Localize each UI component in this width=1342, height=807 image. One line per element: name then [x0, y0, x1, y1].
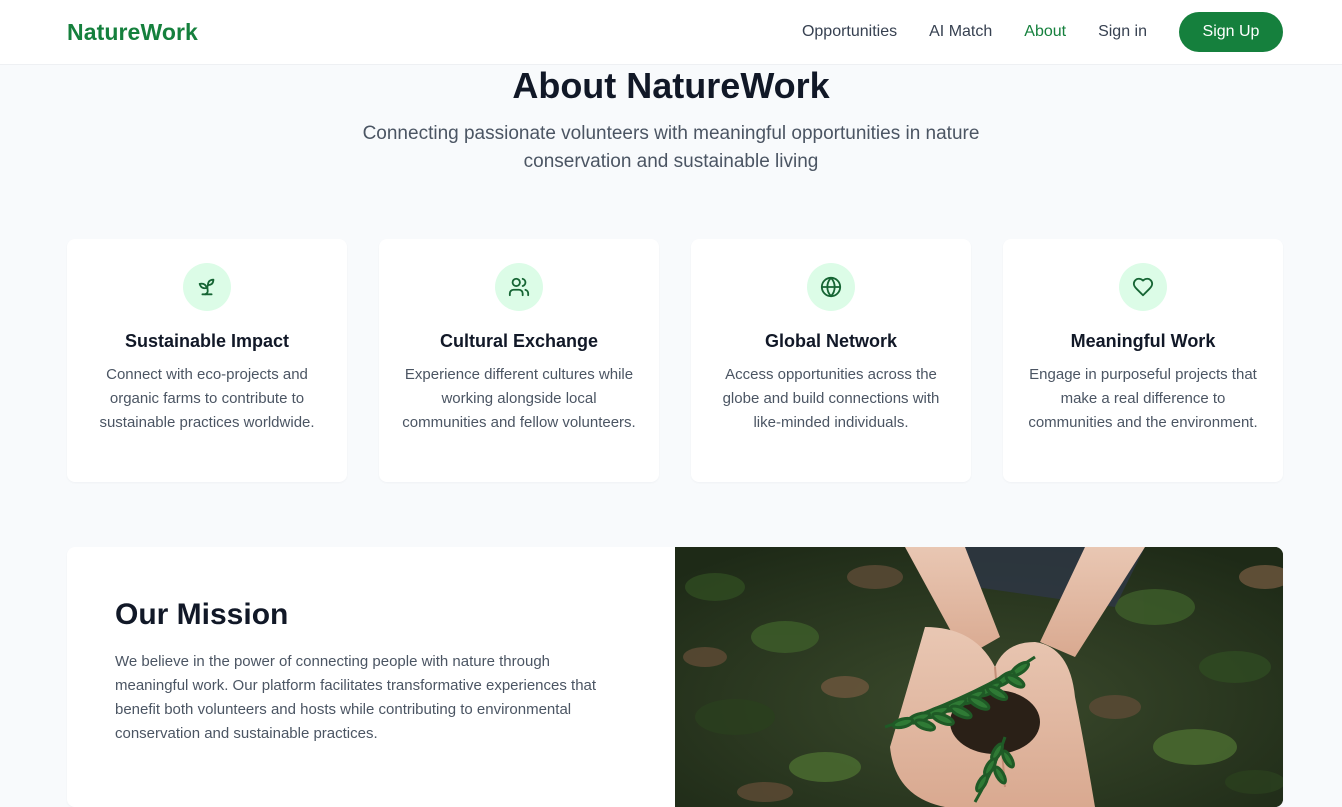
nav-links: Opportunities AI Match About Sign in Sig…	[770, 12, 1283, 52]
mission-title: Our Mission	[115, 598, 289, 631]
hands-holding-seedling-photo	[675, 547, 1283, 807]
nav-link-sign-in[interactable]: Sign in	[1098, 23, 1147, 41]
mission-text: Our Mission We believe in the power of c…	[67, 547, 675, 807]
feature-card-description: Access opportunities across the globe an…	[722, 366, 940, 431]
feature-card-cultural-exchange: Cultural Exchange Experience different c…	[379, 239, 659, 482]
feature-card-sustainable-impact: Sustainable Impact Connect with eco-proj…	[67, 239, 347, 482]
mission-photo	[675, 547, 1283, 807]
feature-card-description: Connect with eco-projects and organic fa…	[99, 366, 315, 431]
feature-card-description: Engage in purposeful projects that make …	[1028, 366, 1258, 431]
brand-logo[interactable]: NatureWork	[67, 19, 198, 46]
page-subtitle: Connecting passionate volunteers with me…	[362, 123, 980, 172]
heart-icon	[1119, 263, 1167, 311]
mission-body: We believe in the power of connecting pe…	[115, 653, 597, 742]
feature-card-title: Sustainable Impact	[124, 331, 290, 351]
sprout-icon	[183, 263, 231, 311]
feature-card-title: Global Network	[764, 331, 898, 351]
users-icon	[495, 263, 543, 311]
feature-cards: Sustainable Impact Connect with eco-proj…	[67, 239, 1283, 482]
navbar: NatureWork Opportunities AI Match About …	[0, 0, 1342, 65]
mission-section: Our Mission We believe in the power of c…	[67, 547, 1283, 807]
feature-card-title: Cultural Exchange	[439, 331, 599, 351]
feature-card-description: Experience different cultures while work…	[402, 366, 636, 431]
feature-card-global-network: Global Network Access opportunities acro…	[691, 239, 971, 482]
nav-link-opportunities[interactable]: Opportunities	[802, 23, 897, 41]
nav-link-ai-match[interactable]: AI Match	[929, 23, 992, 41]
feature-card-title: Meaningful Work	[1070, 331, 1216, 351]
nav-link-about[interactable]: About	[1024, 23, 1066, 41]
feature-card-meaningful-work: Meaningful Work Engage in purposeful pro…	[1003, 239, 1283, 482]
sign-up-button[interactable]: Sign Up	[1179, 12, 1283, 52]
page-title: About NatureWork	[512, 65, 830, 106]
globe-icon	[807, 263, 855, 311]
